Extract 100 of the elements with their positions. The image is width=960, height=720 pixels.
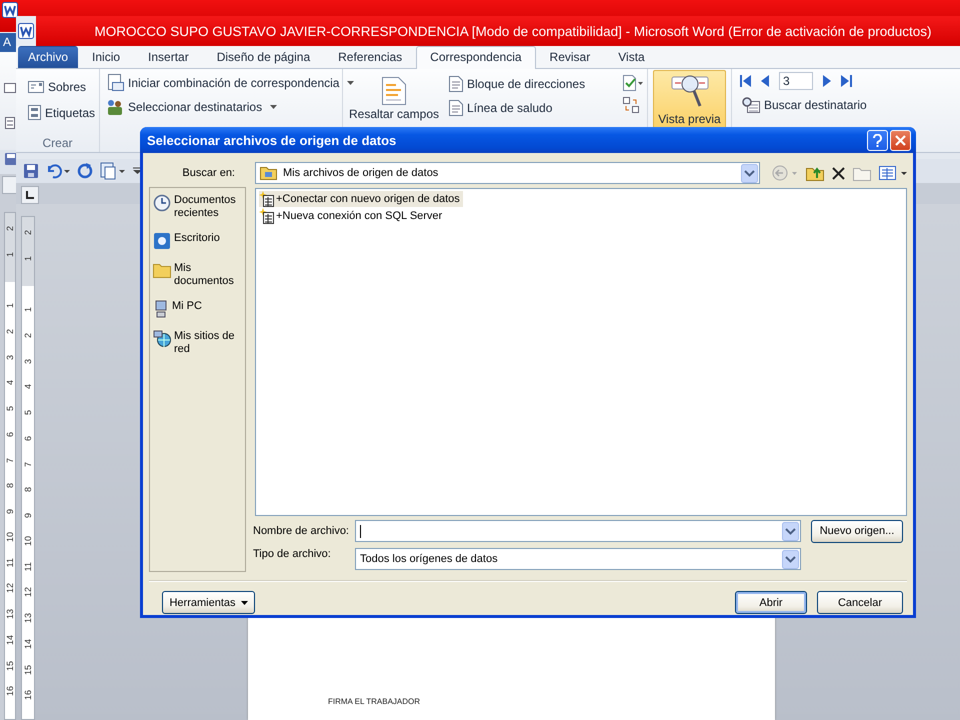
ribbon-tab[interactable]: A bbox=[0, 33, 17, 52]
views-icon bbox=[879, 165, 907, 181]
undo-icon bbox=[46, 163, 70, 179]
document-icon bbox=[449, 76, 463, 92]
ribbon-tab[interactable]: Vista bbox=[604, 46, 659, 68]
first-record-icon bbox=[740, 74, 751, 88]
places-bar-item[interactable]: Mis documentos bbox=[153, 262, 242, 288]
places-bar-item[interactable]: Mis sitios de red bbox=[153, 330, 242, 356]
ruler-number: 14 bbox=[6, 634, 14, 645]
field-label: Nombre de archivo: bbox=[253, 525, 350, 537]
ribbon-button[interactable]: Sobres bbox=[26, 79, 98, 95]
ruler-number: 1 bbox=[6, 252, 14, 258]
dialog-button[interactable]: Abrir bbox=[735, 591, 807, 614]
tools-button[interactable]: Herramientas bbox=[162, 591, 255, 614]
ribbon-button[interactable]: Seleccionar destinatarios bbox=[104, 97, 338, 117]
ruler-number: 2 bbox=[6, 226, 14, 232]
ruler-number: 12 bbox=[24, 587, 32, 598]
globe-computer-icon bbox=[153, 330, 171, 348]
field-label: Buscar en: bbox=[181, 166, 236, 181]
match-fields-icon bbox=[623, 97, 639, 113]
ribbon-button[interactable]: Resaltar campos bbox=[347, 73, 441, 129]
label-sheet-icon bbox=[28, 105, 41, 120]
ruler-number: 6 bbox=[6, 432, 14, 437]
field-label: Tipo de archivo: bbox=[253, 548, 332, 560]
ribbon-tab[interactable]: Revisar bbox=[536, 46, 604, 68]
up-folder-icon bbox=[806, 165, 824, 181]
ruler-number: 7 bbox=[6, 458, 14, 463]
ribbon-tab[interactable]: Correspondencia bbox=[416, 46, 536, 69]
label-sheet-icon bbox=[4, 117, 16, 129]
folder-icon bbox=[153, 262, 171, 278]
new-folder-icon bbox=[853, 165, 871, 181]
ruler-number: 4 bbox=[24, 384, 32, 390]
delete-icon bbox=[832, 166, 845, 180]
ruler-number: 14 bbox=[24, 638, 32, 649]
ribbon-tab[interactable]: Insertar bbox=[134, 46, 203, 68]
record-field[interactable]: 3 bbox=[779, 72, 813, 90]
word-logo-icon bbox=[18, 23, 34, 39]
redo-icon bbox=[77, 163, 93, 179]
folder-icon bbox=[260, 166, 277, 180]
ruler-number: 10 bbox=[24, 536, 32, 546]
ruler-number: 1 bbox=[24, 256, 32, 262]
ruler-number: 8 bbox=[6, 483, 14, 488]
file-list-item[interactable]: +Nueva conexión con SQL Server bbox=[259, 208, 446, 224]
document-icon bbox=[449, 100, 463, 116]
ruler-number: 2 bbox=[6, 329, 14, 334]
dialog-title: Seleccionar archivos de origen de datos bbox=[147, 132, 398, 148]
ruler-number: 9 bbox=[6, 508, 14, 514]
computer-icon bbox=[153, 300, 169, 318]
rules-icon bbox=[623, 75, 643, 91]
file-list-item[interactable]: +Conectar con nuevo origen de datos bbox=[259, 191, 463, 207]
next-record-icon bbox=[823, 74, 831, 88]
look-in-dropdown[interactable]: Mis archivos de origen de datos bbox=[255, 162, 760, 184]
dialog-button[interactable]: Cancelar bbox=[817, 591, 903, 614]
find-recipient-icon bbox=[742, 97, 760, 113]
help-icon bbox=[873, 134, 882, 146]
file-name-field[interactable] bbox=[355, 520, 801, 542]
ribbon-tab[interactable]: Archivo bbox=[18, 46, 78, 68]
ribbon-tab[interactable]: Inicio bbox=[78, 46, 134, 68]
ribbon-button[interactable]: Iniciar combinación de correspondencia bbox=[104, 73, 338, 93]
file-type-dropdown[interactable]: Todos los orígenes de datos bbox=[355, 548, 801, 570]
ruler-number: 10 bbox=[6, 532, 14, 542]
magnifier-icon bbox=[670, 74, 708, 108]
caret-icon bbox=[240, 600, 248, 604]
ribbon-button[interactable]: Buscar destinatario bbox=[740, 96, 952, 114]
customize-icon bbox=[133, 167, 142, 175]
ribbon-tab[interactable]: Diseño de página bbox=[202, 46, 324, 68]
word-logo-icon bbox=[2, 2, 18, 18]
previous-record-icon bbox=[761, 74, 769, 88]
ruler-number: 12 bbox=[6, 583, 14, 594]
ruler-number: 3 bbox=[24, 358, 32, 364]
new-source-button[interactable]: Nuevo origen... bbox=[811, 520, 903, 542]
ruler-number: 13 bbox=[6, 609, 14, 620]
close-icon bbox=[895, 134, 906, 146]
ruler-number: 16 bbox=[24, 690, 32, 700]
places-bar-item[interactable]: Mi PC bbox=[153, 300, 242, 318]
places-bar-item[interactable]: Escritorio bbox=[153, 232, 242, 250]
ruler-number: 7 bbox=[24, 462, 32, 467]
close-button[interactable] bbox=[890, 130, 911, 150]
places-bar-item[interactable]: Documentos recientes bbox=[153, 194, 242, 220]
ruler-number: 8 bbox=[24, 487, 32, 492]
ruler-number: 6 bbox=[24, 436, 32, 441]
ruler-number: 11 bbox=[6, 558, 14, 568]
document-envelope-icon bbox=[106, 74, 124, 92]
tab-selector-button[interactable] bbox=[21, 186, 39, 204]
ruler-number: 1 bbox=[24, 307, 32, 312]
ribbon-button[interactable]: Bloque de direcciones bbox=[447, 75, 613, 93]
tab-stop-icon bbox=[26, 191, 34, 199]
preview-results-button[interactable]: Vista previa bbox=[653, 70, 726, 127]
ribbon-button[interactable]: Línea de saludo bbox=[447, 99, 613, 117]
last-record-icon bbox=[841, 74, 852, 88]
help-button[interactable] bbox=[867, 130, 888, 150]
ruler-number: 1 bbox=[6, 303, 14, 308]
ribbon-tab[interactable]: Referencias bbox=[324, 46, 416, 68]
clock-icon bbox=[153, 194, 171, 212]
ribbon-button[interactable]: Etiquetas bbox=[26, 104, 98, 121]
ruler-number: 4 bbox=[6, 380, 14, 386]
document-text: FIRMA EL TRABAJADOR bbox=[328, 697, 420, 706]
data-source-icon bbox=[259, 208, 275, 224]
save-icon bbox=[23, 163, 39, 179]
document-icon bbox=[382, 77, 406, 105]
